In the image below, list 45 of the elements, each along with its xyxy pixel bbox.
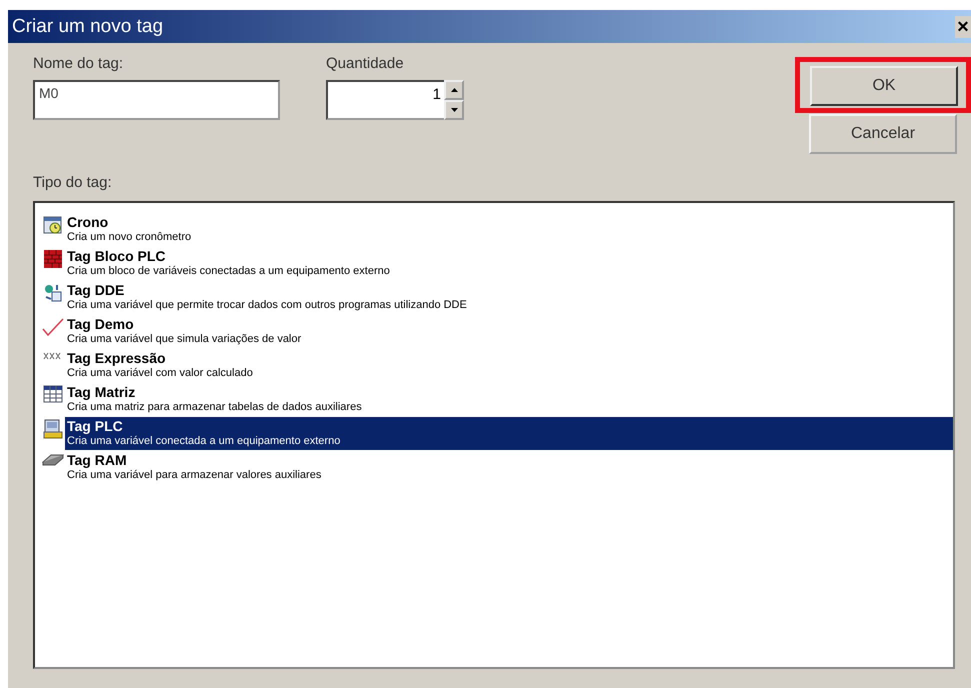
item-description: Cria uma matriz para armazenar tabelas de dados auxiliares (67, 400, 362, 415)
field-label: Nome do tag: (33, 55, 124, 72)
table-icon (43, 385, 63, 403)
tag-type-item[interactable]: Tag Matriz Cria uma matriz para armazenar tabelas de dados auxiliares (65, 383, 953, 416)
spin-down-button[interactable] (444, 100, 464, 120)
item-description: Cria uma variável que permite trocar dados com outros programas utilizando DDE (67, 298, 467, 313)
item-description: Cria um novo cronômetro (67, 230, 192, 245)
spin-up-button[interactable] (444, 80, 464, 100)
item-title: Tag DDE (67, 282, 124, 298)
window-title: Criar um novo tag (11, 16, 164, 38)
down-arrow-icon (450, 108, 458, 112)
tag-type-item[interactable]: Tag Bloco PLC Cria um bloco de variáveis conectadas a um equipamento externo (65, 247, 953, 280)
tag-type-item[interactable]: Tag Expressão Cria uma variável com valor calculado (65, 349, 953, 382)
tag-type-item[interactable]: Crono Cria um novo cronômetro (65, 213, 953, 246)
tag-type-item[interactable]: Tag RAM Cria uma variável para armazenar valores auxiliares (65, 451, 953, 484)
plc-device-icon (43, 419, 63, 439)
list-label: Tipo do tag: (33, 174, 113, 191)
tag-type-item[interactable]: Tag Demo Cria uma variável que simula variações de valor (65, 315, 953, 348)
dialog-button[interactable]: Cancelar (809, 114, 957, 154)
item-description: Cria uma variável que simula variações de valor (67, 332, 302, 347)
dialog-button[interactable]: OK (810, 66, 958, 106)
item-description: Cria uma variável com valor calculado (67, 366, 253, 381)
item-title: Tag Demo (67, 316, 134, 332)
item-description: Cria uma variável para armazenar valores auxiliares (67, 468, 322, 483)
stopwatch-icon (43, 215, 63, 235)
network-icon (43, 283, 63, 303)
tag-type-item[interactable]: Tag PLC Cria uma variável conectada a um equipamento externo (65, 417, 953, 450)
field-label: Quantidade (326, 55, 405, 72)
name-input-field[interactable]: M0 (33, 80, 280, 120)
item-title: Tag PLC (67, 418, 123, 434)
quantity-input-field[interactable]: 1 (326, 80, 444, 120)
brick-wall-icon (43, 249, 63, 269)
memory-chip-icon (42, 453, 64, 467)
item-title: Tag Matriz (67, 384, 136, 400)
item-title: Crono (67, 214, 108, 230)
up-arrow-icon (450, 88, 458, 92)
item-description: Cria uma variável conectada a um equipamento externo (67, 434, 340, 449)
item-title: Tag RAM (67, 452, 127, 468)
xyz-icon (43, 351, 63, 361)
checkmark-icon (42, 317, 64, 337)
item-title: Tag Bloco PLC (67, 248, 166, 264)
close-button[interactable]: × (955, 16, 971, 38)
item-description: Cria um bloco de variáveis conectadas a um equipamento externo (67, 264, 390, 279)
tag-type-item[interactable]: Tag DDE Cria uma variável que permite trocar dados com outros programas utilizando DDE (65, 281, 953, 314)
item-title: Tag Expressão (67, 350, 166, 366)
